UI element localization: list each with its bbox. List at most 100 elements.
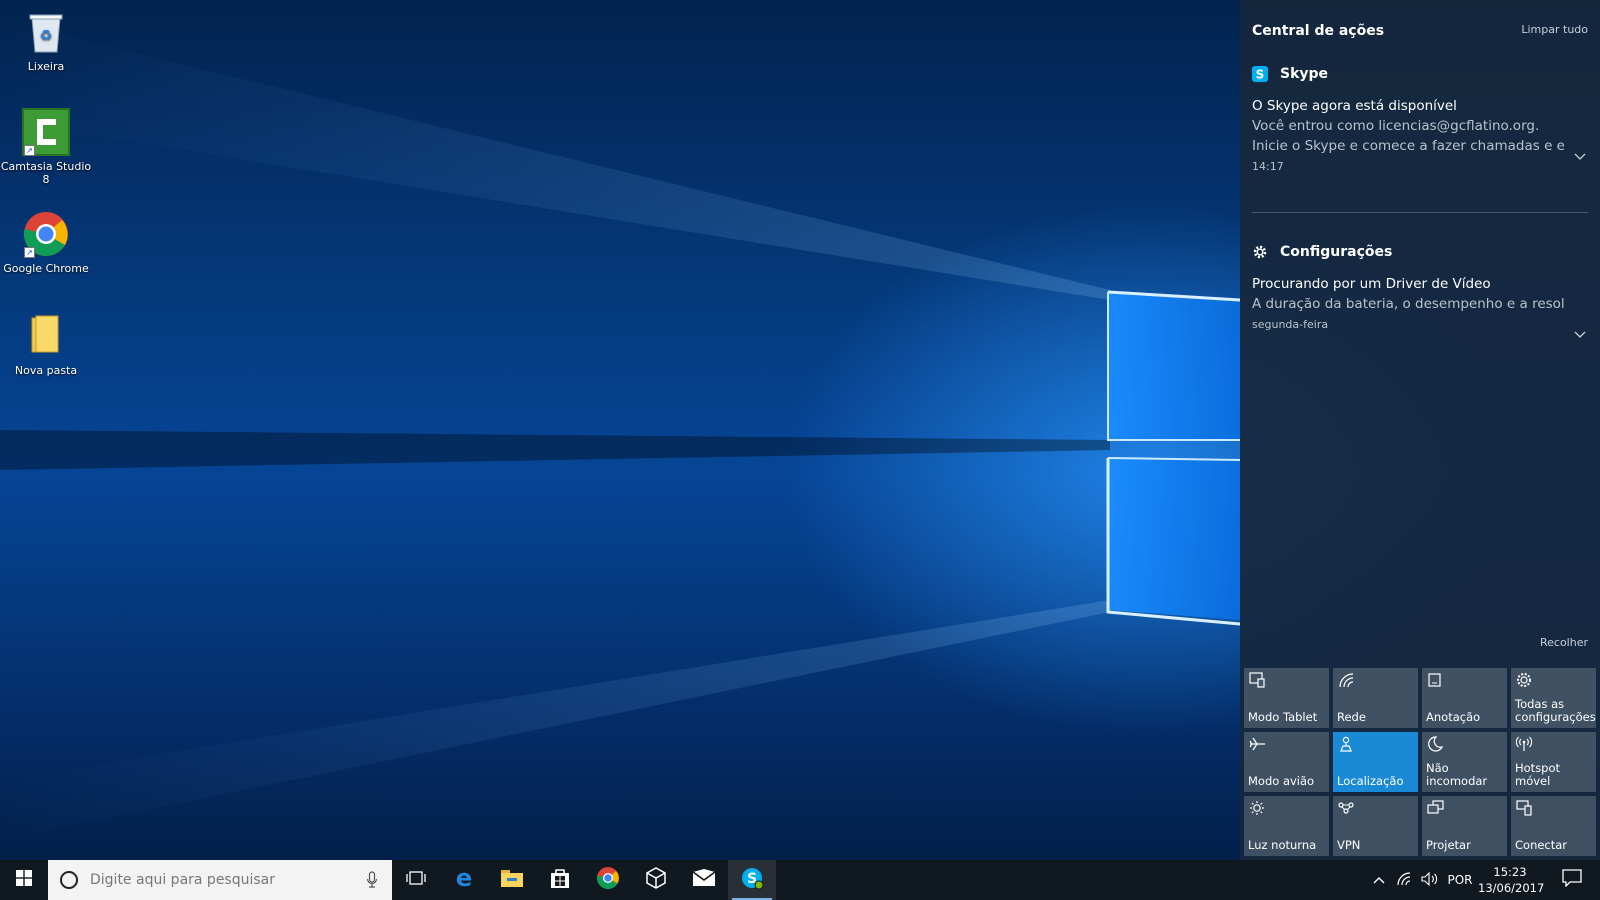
notification-icon (1562, 869, 1582, 891)
desktop-icon-recycle-bin[interactable]: ♻ Lixeira (0, 8, 92, 73)
desktop-icon-label: Google Chrome (3, 262, 89, 275)
file-explorer-icon (500, 868, 524, 892)
quick-action-label: Não incomodar (1426, 761, 1488, 788)
desktop-icon-label: Lixeira (27, 60, 65, 73)
taskbar-app-store[interactable] (536, 860, 584, 900)
chevron-up-icon (1373, 873, 1385, 887)
notification-time: segunda-feira (1252, 318, 1329, 331)
desktop-icon-chrome[interactable]: ↗ Google Chrome (0, 210, 92, 275)
shortcut-arrow-icon: ↗ (24, 145, 35, 156)
hotspot-icon (1515, 736, 1534, 752)
quick-action-tablet-mode[interactable]: Modo Tablet (1244, 668, 1329, 728)
store-bag-icon (549, 867, 571, 893)
quick-action-do-not-disturb[interactable]: Não incomodar (1422, 732, 1507, 792)
taskbar-app-mail[interactable] (680, 860, 728, 900)
quick-action-label: Modo Tablet (1248, 710, 1318, 724)
settings-icon (1516, 672, 1534, 688)
quick-action-mobile-hotspot[interactable]: Hotspot móvel (1511, 732, 1596, 792)
task-view-icon (406, 870, 426, 890)
network-icon (1338, 672, 1356, 688)
collapse-link[interactable]: Recolher (1540, 636, 1588, 649)
moon-icon (1427, 736, 1445, 752)
speaker-icon (1421, 871, 1439, 889)
clock-date: 13/06/2017 (1478, 881, 1545, 895)
quick-action-label: Localização (1337, 774, 1404, 788)
recycle-bin-icon: ♻ (22, 8, 70, 56)
notification-app-header[interactable]: S Skype (1252, 64, 1588, 84)
notification-app-name: Skype (1280, 66, 1329, 82)
quick-action-label: Todas as configurações (1515, 697, 1596, 724)
notification-body: Você entrou como licencias@gcflatino.org… (1252, 118, 1540, 134)
svg-text:e: e (456, 866, 472, 890)
search-placeholder: Digite aqui para pesquisar (90, 872, 276, 888)
taskbar-app-edge[interactable]: e (440, 860, 488, 900)
quick-action-label: Rede (1337, 710, 1366, 724)
location-icon (1338, 736, 1356, 752)
notification-title: Procurando por um Driver de Vídeo (1252, 276, 1491, 292)
notification-item[interactable]: O Skype agora está disponível Você entro… (1252, 98, 1588, 173)
project-icon (1427, 800, 1445, 816)
start-button[interactable] (0, 860, 48, 900)
network-icon (1397, 871, 1413, 889)
taskbar-app-chrome[interactable] (584, 860, 632, 900)
quick-action-label: Projetar (1426, 838, 1471, 852)
shortcut-arrow-icon: ↗ (24, 247, 35, 258)
quick-action-all-settings[interactable]: Todas as configurações (1511, 668, 1596, 728)
language-label: POR (1447, 873, 1473, 887)
expand-chevron-icon[interactable] (1574, 328, 1586, 342)
group-divider (1252, 212, 1588, 213)
action-center-header: Central de ações Limpar tudo (1252, 20, 1588, 40)
taskbar-app-skype[interactable]: S (728, 860, 776, 900)
notification-app-name: Configurações (1280, 244, 1393, 260)
taskbar-app-3d-builder[interactable] (632, 860, 680, 900)
notification-time: 14:17 (1252, 160, 1284, 173)
quick-action-project[interactable]: Projetar (1422, 796, 1507, 856)
cube-icon (645, 867, 667, 893)
desktop-icon-label: Camtasia Studio 8 (0, 160, 92, 186)
microphone-icon[interactable] (366, 871, 378, 893)
taskbar-app-file-explorer[interactable] (488, 860, 536, 900)
action-center-panel: Central de ações Limpar tudo S Skype O S… (1240, 0, 1600, 860)
notification-item[interactable]: Procurando por um Driver de Vídeo A dura… (1252, 276, 1588, 338)
task-view-button[interactable] (392, 860, 440, 900)
quick-action-vpn[interactable]: VPN (1333, 796, 1418, 856)
volume-tray-button[interactable] (1418, 860, 1442, 900)
notification-app-header[interactable]: Configurações (1252, 242, 1588, 262)
connect-icon (1516, 800, 1534, 816)
brightness-icon (1249, 800, 1267, 816)
folder-icon (22, 312, 70, 360)
clear-all-link[interactable]: Limpar tudo (1521, 23, 1588, 36)
language-indicator[interactable]: POR (1444, 860, 1476, 900)
notification-body: A duração da bateria, o desempenho e a r… (1252, 296, 1564, 312)
note-icon (1427, 672, 1445, 688)
quick-actions-grid: Modo Tablet Rede Anotação Todas as confi… (1244, 668, 1596, 856)
quick-action-label: Anotação (1426, 710, 1481, 724)
quick-action-network[interactable]: Rede (1333, 668, 1418, 728)
airplane-icon (1249, 736, 1267, 752)
chrome-icon: ↗ (22, 210, 70, 258)
desktop-icon-folder[interactable]: Nova pasta (0, 312, 92, 377)
cortana-icon (60, 871, 78, 889)
expand-chevron-icon[interactable] (1574, 150, 1586, 164)
taskbar-search-box[interactable]: Digite aqui para pesquisar (48, 860, 392, 900)
quick-action-location[interactable]: Localização (1333, 732, 1418, 792)
network-tray-button[interactable] (1394, 860, 1416, 900)
quick-action-airplane-mode[interactable]: Modo avião (1244, 732, 1329, 792)
desktop-icon-camtasia[interactable]: ↗ Camtasia Studio 8 (0, 108, 92, 186)
taskbar: Digite aqui para pesquisar e S POR 15:23… (0, 860, 1600, 900)
taskbar-clock[interactable]: 15:23 13/06/2017 (1478, 864, 1545, 896)
svg-text:S: S (1256, 68, 1265, 82)
edge-icon: e (452, 864, 476, 894)
clock-time: 15:23 (1493, 865, 1527, 879)
quick-action-label: Modo avião (1248, 774, 1315, 788)
quick-action-note[interactable]: Anotação (1422, 668, 1507, 728)
quick-action-connect[interactable]: Conectar (1511, 796, 1596, 856)
show-hidden-icons-button[interactable] (1366, 860, 1392, 900)
action-center-button[interactable] (1544, 860, 1600, 900)
skype-icon: S (1252, 66, 1268, 82)
quick-action-label: Luz noturna (1248, 838, 1317, 852)
tablet-mode-icon (1249, 672, 1267, 688)
chrome-icon (596, 866, 620, 894)
svg-text:♻: ♻ (40, 28, 53, 44)
quick-action-night-light[interactable]: Luz noturna (1244, 796, 1329, 856)
